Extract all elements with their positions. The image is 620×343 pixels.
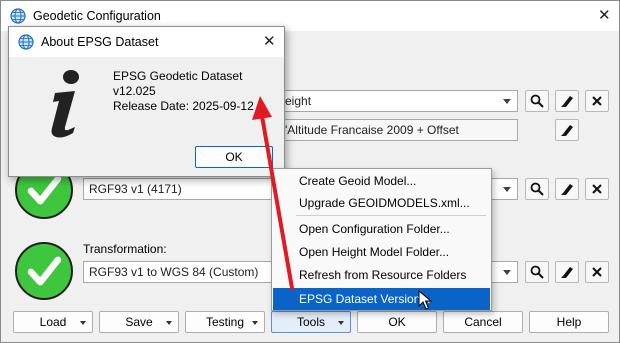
search-icon <box>530 182 544 196</box>
about-title: About EPSG Dataset <box>41 35 159 49</box>
close-icon <box>592 267 602 277</box>
tools-label: Tools <box>296 315 325 329</box>
dropdown-arrow-icon <box>338 321 344 325</box>
tools-button[interactable]: Tools <box>271 311 351 333</box>
menu-item-refresh-resource-folders[interactable]: Refresh from Resource Folders <box>273 264 490 286</box>
edit-button-1[interactable] <box>555 90 579 112</box>
load-button[interactable]: Load <box>13 311 93 333</box>
info-icon <box>51 70 79 138</box>
globe-icon <box>18 34 34 50</box>
ok-button[interactable]: OK <box>357 311 437 333</box>
save-button[interactable]: Save <box>99 311 179 333</box>
edit-button-2[interactable] <box>555 119 579 141</box>
height-model-value: eight <box>285 94 312 108</box>
close-icon <box>592 184 602 194</box>
ok-label: OK <box>388 315 406 329</box>
pen-icon <box>561 184 573 195</box>
height-model-combo[interactable]: eight <box>279 90 518 112</box>
cancel-label: Cancel <box>464 315 502 329</box>
clear-button-3[interactable] <box>585 178 609 200</box>
testing-button[interactable]: Testing <box>185 311 265 333</box>
pen-icon <box>561 96 573 107</box>
tools-menu: Create Geoid Model... Upgrade GEOIDMODEL… <box>271 168 492 311</box>
transformation-value: RGF93 v1 to WGS 84 (Custom) <box>89 265 259 279</box>
about-close-button[interactable]: ✕ <box>263 32 276 50</box>
status-check-icon-2 <box>15 242 73 300</box>
dropdown-arrow-icon <box>166 321 172 325</box>
search-button-3[interactable] <box>525 261 549 283</box>
globe-icon <box>10 8 26 24</box>
dropdown-arrow-icon <box>80 321 86 325</box>
about-ok-button[interactable]: OK <box>195 146 273 168</box>
help-button[interactable]: Help <box>529 311 609 333</box>
testing-label: Testing <box>205 315 245 329</box>
crs-value: RGF93 v1 (4171) <box>89 182 182 196</box>
search-icon <box>530 265 544 279</box>
help-label: Help <box>556 315 582 329</box>
menu-item-open-configuration-folder[interactable]: Open Configuration Folder... <box>273 218 490 240</box>
about-dataset-version: EPSG Geodetic Dataset v12.025 <box>113 69 243 98</box>
cancel-button[interactable]: Cancel <box>443 311 523 333</box>
edit-button-4[interactable] <box>555 261 579 283</box>
transformation-label: Transformation: <box>83 242 167 256</box>
about-titlebar: About EPSG Dataset ✕ <box>9 27 284 57</box>
height-datum-field: 'Altitude Francaise 2009 + Offset <box>279 119 518 141</box>
clear-button-1[interactable] <box>585 90 609 112</box>
about-epsg-dialog: About EPSG Dataset ✕ EPSG Geodetic Datas… <box>8 26 285 177</box>
load-label: Load <box>39 315 67 329</box>
edit-button-3[interactable] <box>555 178 579 200</box>
height-datum-value: 'Altitude Francaise 2009 + Offset <box>285 123 459 137</box>
menu-item-open-height-model-folder[interactable]: Open Height Model Folder... <box>273 241 490 263</box>
menu-separator <box>296 215 486 216</box>
search-button-1[interactable] <box>525 90 549 112</box>
save-label: Save <box>125 315 153 329</box>
about-text: EPSG Geodetic Dataset v12.025 Release Da… <box>113 69 284 114</box>
about-ok-label: OK <box>225 150 243 164</box>
dropdown-arrow-icon <box>252 321 258 325</box>
pen-icon <box>561 267 573 278</box>
clear-button-4[interactable] <box>585 261 609 283</box>
mouse-cursor-icon <box>418 290 432 310</box>
menu-item-epsg-dataset-version[interactable]: EPSG Dataset Version... <box>273 288 490 310</box>
menu-item-create-geoid-model[interactable]: Create Geoid Model... <box>273 170 490 192</box>
window-close-button[interactable]: ✕ <box>598 6 611 24</box>
search-icon <box>530 94 544 108</box>
search-button-2[interactable] <box>525 178 549 200</box>
menu-item-upgrade-geoidmodels[interactable]: Upgrade GEOIDMODELS.xml... <box>273 192 490 214</box>
window-title: Geodetic Configuration <box>33 9 161 23</box>
close-icon <box>592 96 602 106</box>
about-release-date: Release Date: 2025-09-12 <box>113 99 254 113</box>
pen-icon <box>561 125 573 136</box>
